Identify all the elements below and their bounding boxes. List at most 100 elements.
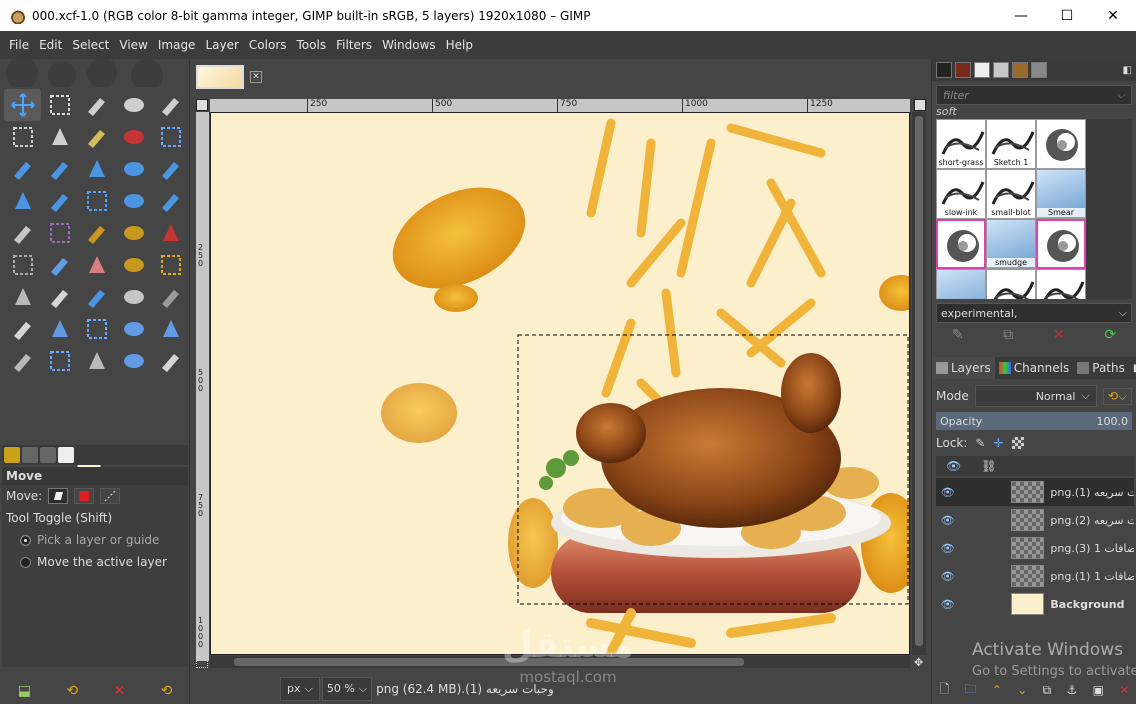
brush-item[interactable]: Sketch 1: [986, 119, 1036, 169]
move-active-radio[interactable]: [20, 556, 31, 568]
lock-alpha-icon[interactable]: [1011, 437, 1024, 449]
quick-mask-icon[interactable]: [196, 656, 208, 668]
layer-row[interactable]: 👁 png.(3) اضافات 1: [936, 534, 1134, 562]
brush-item[interactable]: soft: [986, 269, 1036, 299]
smudge-tool[interactable]: [4, 281, 41, 313]
navigate-corner-icon[interactable]: [196, 99, 208, 111]
lock-pixels-icon[interactable]: ✎: [975, 436, 985, 450]
navigate-icon[interactable]: ✥: [914, 656, 923, 669]
close-tab-icon[interactable]: ✕: [250, 71, 262, 83]
layer-row[interactable]: 👁 png.(2) ت سريعه: [936, 506, 1134, 534]
levels-tool[interactable]: [152, 313, 189, 345]
menu-image[interactable]: Image: [153, 38, 201, 52]
visibility-eye-icon[interactable]: 👁: [936, 598, 959, 611]
brush-item[interactable]: smudge: [986, 219, 1036, 269]
anchor-layer-icon[interactable]: ⚓: [1067, 683, 1078, 697]
by-color-select-tool[interactable]: [115, 121, 152, 153]
refresh-brushes-icon[interactable]: ⟳: [1104, 327, 1116, 343]
dock-menu-icon[interactable]: ◧: [1123, 65, 1132, 76]
device-status-tab-icon[interactable]: [22, 447, 38, 463]
gegl-tool[interactable]: [152, 345, 189, 377]
visibility-eye-icon[interactable]: 👁: [936, 486, 959, 499]
vertical-scroll-thumb[interactable]: [915, 116, 923, 646]
threshold-tool[interactable]: [78, 345, 115, 377]
maximize-button[interactable]: ☐: [1044, 0, 1090, 31]
gradient-tool[interactable]: [41, 217, 78, 249]
unit-dropdown[interactable]: px ⌵: [280, 676, 320, 701]
pencil-tool[interactable]: [115, 217, 152, 249]
move-path-icon[interactable]: [100, 488, 121, 504]
close-button[interactable]: ✕: [1090, 0, 1136, 31]
brush-item[interactable]: [936, 219, 986, 269]
free-select-tool[interactable]: [152, 89, 189, 121]
patterns-tab-icon[interactable]: [955, 62, 971, 78]
image-canvas[interactable]: [210, 112, 910, 655]
new-layer-icon[interactable]: 🗋: [940, 680, 950, 701]
delete-layer-icon[interactable]: ✕: [1119, 683, 1129, 697]
clone-tool[interactable]: [115, 249, 152, 281]
duplicate-layer-icon[interactable]: ⧉: [1043, 683, 1052, 698]
paths-tool[interactable]: [78, 313, 115, 345]
zoom-dropdown[interactable]: 50 % ⌵: [321, 676, 373, 701]
background-layer-row[interactable]: 👁 Background: [936, 590, 1134, 618]
brush-item[interactable]: slow-ink: [936, 169, 986, 219]
lower-layer-icon[interactable]: ⌄: [1017, 683, 1027, 697]
color-picker-tool[interactable]: [152, 281, 189, 313]
rect-select-tool[interactable]: [78, 89, 115, 121]
scissors-tool[interactable]: [4, 121, 41, 153]
images-tab-icon[interactable]: [58, 447, 74, 463]
transform-tool[interactable]: [115, 345, 152, 377]
visibility-eye-icon[interactable]: 👁: [936, 570, 959, 583]
tool-options-tab-icon[interactable]: [4, 447, 20, 463]
menu-filters[interactable]: Filters: [331, 38, 377, 52]
paintbrush-tool[interactable]: [78, 217, 115, 249]
vertical-scrollbar[interactable]: [912, 112, 926, 655]
brush-filter-input[interactable]: filter ⌵: [936, 85, 1132, 105]
unified-transform-tool[interactable]: [4, 153, 41, 185]
menu-colors[interactable]: Colors: [244, 38, 292, 52]
heal-tool[interactable]: [152, 249, 189, 281]
opacity-slider[interactable]: Opacity 100.0: [936, 412, 1132, 430]
reset-options-icon[interactable]: ⟲: [161, 683, 173, 699]
save-options-icon[interactable]: ⬓: [18, 683, 31, 699]
curves-tool[interactable]: [4, 345, 41, 377]
shear-tool[interactable]: [115, 153, 152, 185]
layer-row[interactable]: 👁 png.(1) ت سريعه: [936, 478, 1134, 506]
mypaint-tool[interactable]: [41, 249, 78, 281]
handle-tool[interactable]: [152, 185, 189, 217]
3d-transform-tool[interactable]: [41, 185, 78, 217]
blur-tool[interactable]: [78, 281, 115, 313]
gradients-tab-icon[interactable]: [1031, 62, 1047, 78]
brush-item[interactable]: Smear: [1036, 169, 1086, 219]
image-tab[interactable]: ✕: [196, 63, 266, 91]
crop-tool[interactable]: [152, 121, 189, 153]
minimize-button[interactable]: —: [998, 0, 1044, 31]
zoom-fit-icon[interactable]: [914, 99, 926, 111]
ellipse-select-tool[interactable]: [115, 89, 152, 121]
palettes-tab-icon[interactable]: [993, 62, 1009, 78]
tool-presets-tab-icon[interactable]: [1012, 62, 1028, 78]
menu-file[interactable]: File: [4, 38, 34, 52]
restore-options-icon[interactable]: ⟲: [66, 683, 78, 699]
warp-tool[interactable]: [78, 185, 115, 217]
mode-dropdown[interactable]: Normal ⌵: [974, 385, 1097, 407]
fonts-tab-icon[interactable]: [974, 62, 990, 78]
perspective-tool[interactable]: [4, 185, 41, 217]
layer-row[interactable]: 👁 png.(1) اضافات 1: [936, 562, 1134, 590]
text-tool[interactable]: [4, 313, 41, 345]
move-selection-icon[interactable]: [74, 488, 95, 504]
lock-position-icon[interactable]: ✛: [993, 436, 1003, 450]
move-tool[interactable]: [4, 89, 41, 121]
brushes-tab-icon[interactable]: [936, 62, 952, 78]
menu-help[interactable]: Help: [441, 38, 478, 52]
fuzzy-select-tool[interactable]: [78, 121, 115, 153]
color-balance-tool[interactable]: [41, 345, 78, 377]
rotate-tool[interactable]: [41, 153, 78, 185]
brush-preset-field[interactable]: experimental, ⌵: [936, 303, 1132, 323]
menu-tools[interactable]: Tools: [292, 38, 332, 52]
menu-layer[interactable]: Layer: [200, 38, 243, 52]
visibility-eye-icon[interactable]: 👁: [936, 514, 959, 527]
foreground-select-tool[interactable]: [41, 121, 78, 153]
dock-menu-icon[interactable]: ◧: [1129, 363, 1136, 374]
raise-layer-icon[interactable]: ⌃: [992, 683, 1002, 697]
